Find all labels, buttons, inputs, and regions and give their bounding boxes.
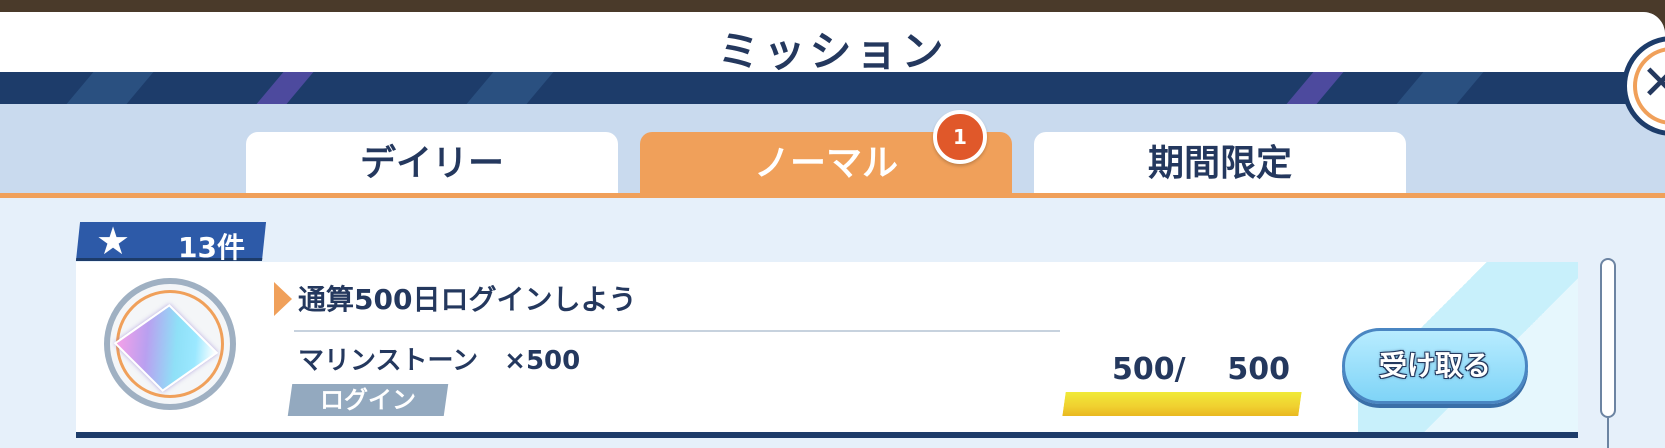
star-icon: ★	[96, 219, 131, 263]
stripe-decoration	[1396, 72, 1484, 104]
stripe-decoration	[466, 72, 554, 104]
notification-badge: 1	[933, 110, 987, 164]
mission-count: 13件	[178, 231, 245, 264]
receive-button[interactable]: 受け取る	[1342, 328, 1528, 404]
reward-item-frame	[104, 278, 236, 410]
progress-text: 500/ 500	[1112, 352, 1290, 387]
mission-title: 通算500日ログインしよう	[298, 283, 637, 316]
mission-list: ★ 13件 通算500日ログインしよう マリンストーン ×500 ログイン 50…	[0, 198, 1665, 448]
title-divider	[294, 330, 1060, 332]
close-icon: ✕	[1641, 55, 1665, 111]
dialog-title: ミッション	[717, 27, 948, 76]
scroll-thumb[interactable]	[1600, 258, 1616, 418]
tab-bar: デイリー ノーマル 期間限定	[0, 104, 1665, 196]
scrollbar[interactable]	[1600, 258, 1616, 448]
progress-bar	[1062, 392, 1302, 416]
progress-fill	[1062, 392, 1302, 416]
stripe-decoration	[1286, 72, 1344, 104]
mission-reward: マリンストーン ×500	[298, 346, 581, 376]
category-label: ログイン	[320, 386, 416, 414]
header-stripe	[0, 72, 1665, 104]
stripe-decoration	[66, 72, 154, 104]
tab-limited[interactable]: 期間限定	[1034, 132, 1406, 196]
title-arrow-icon	[274, 282, 292, 316]
stripe-decoration	[256, 72, 314, 104]
mission-card: 通算500日ログインしよう マリンストーン ×500 ログイン 500/ 500…	[76, 262, 1578, 438]
scroll-track	[1607, 418, 1609, 448]
tab-daily[interactable]: デイリー	[246, 132, 618, 196]
title-bar: ミッション	[0, 12, 1665, 76]
mission-dialog: ミッション デイリー ノーマル 期間限定 1 ★ 13件 通算500日ログインし…	[0, 12, 1665, 448]
